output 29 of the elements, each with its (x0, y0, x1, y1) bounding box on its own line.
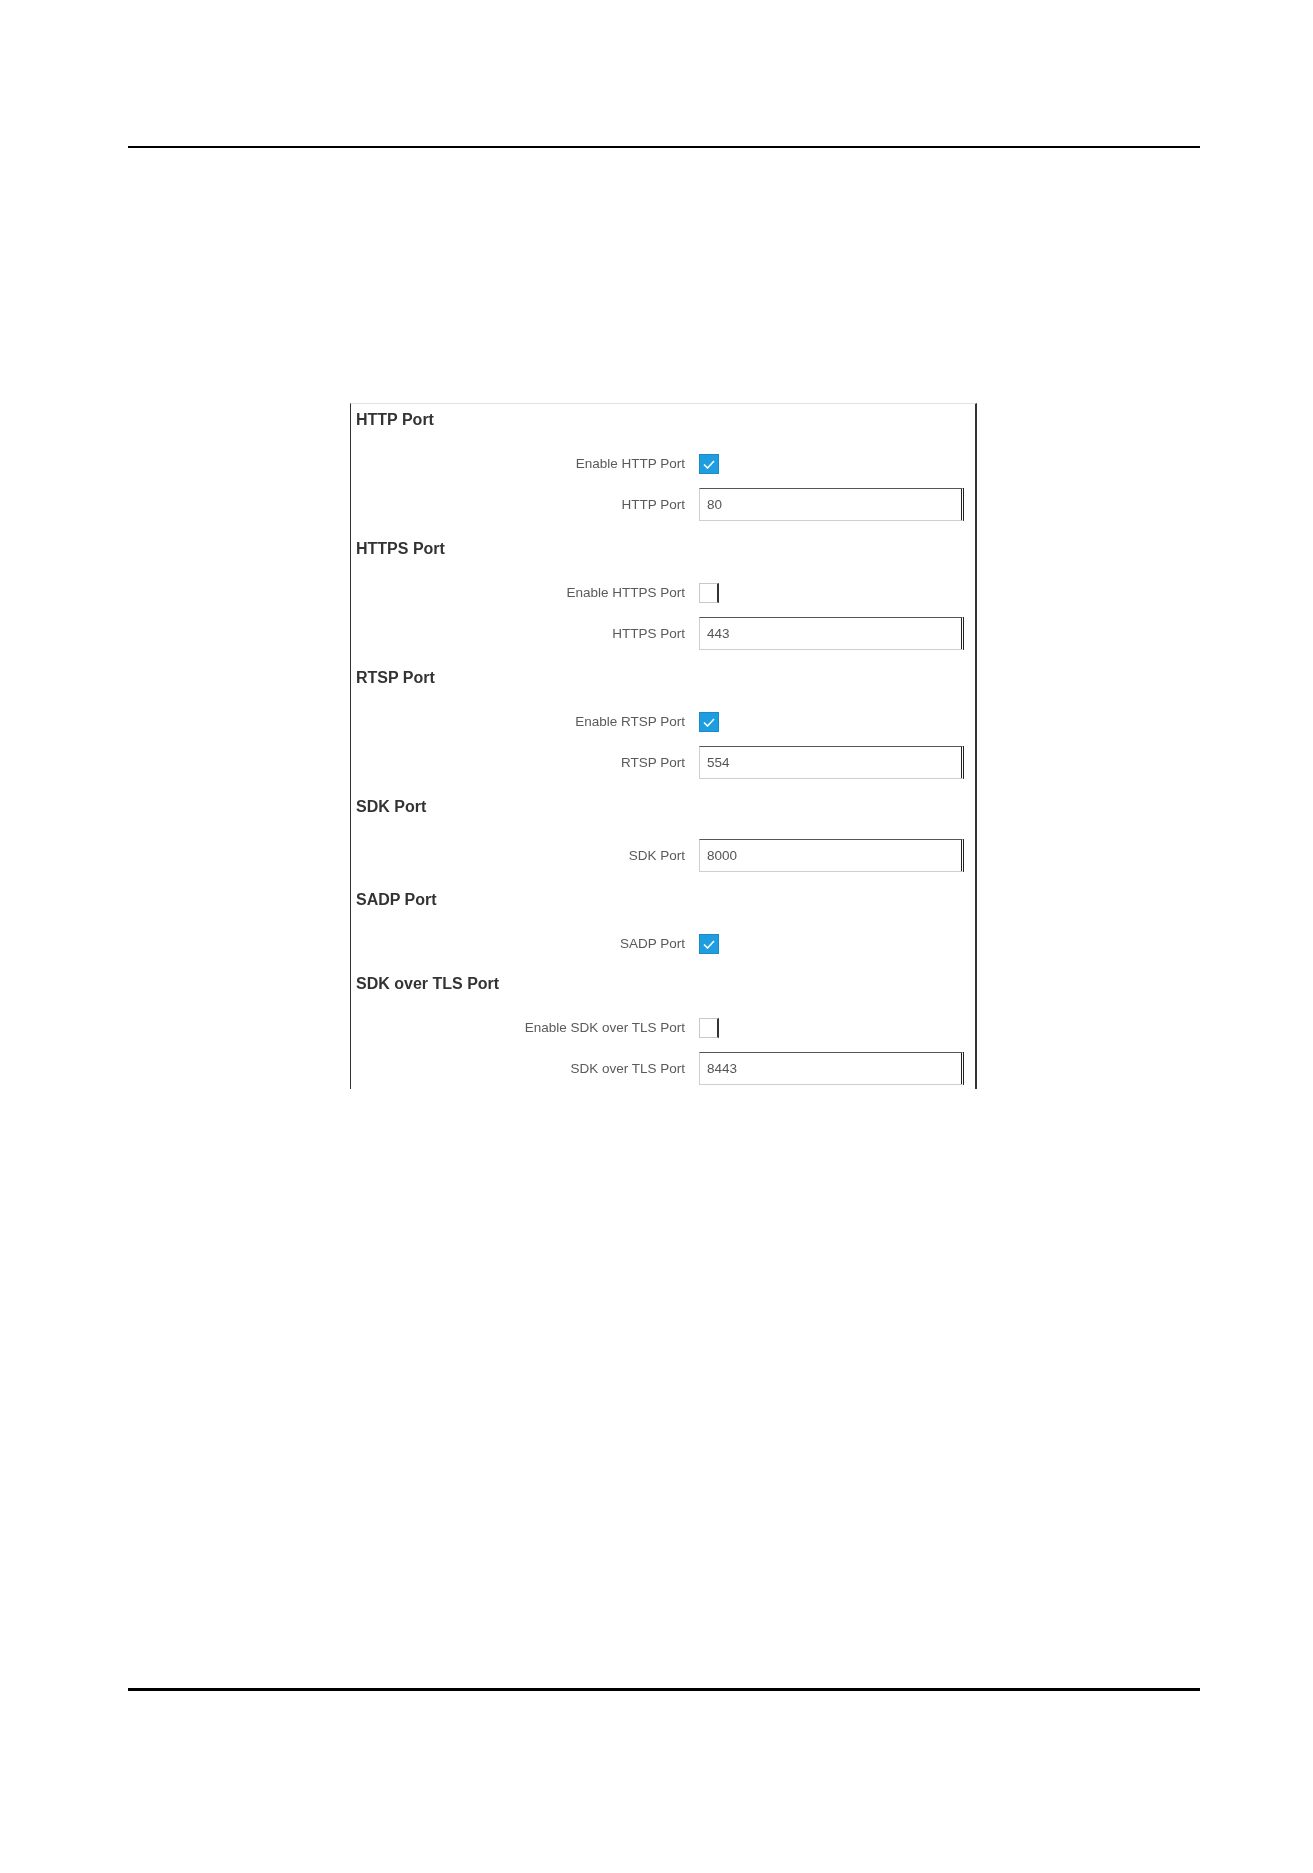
field-label: SDK over TLS Port (569, 1059, 685, 1078)
field-label: SADP Port (618, 935, 685, 953)
field-label: SDK Port (627, 846, 685, 865)
section-heading: HTTPS Port (356, 539, 445, 559)
section-heading: SDK over TLS Port (356, 974, 500, 994)
field-label: RTSP Port (619, 753, 685, 772)
field-label: HTTPS Port (611, 624, 685, 643)
section-heading: SDK Port (356, 797, 427, 817)
input-field[interactable]: 8443 (699, 1052, 964, 1085)
check-icon (703, 717, 715, 727)
check-icon (703, 459, 715, 469)
checkbox[interactable] (699, 454, 719, 474)
checkbox[interactable] (699, 934, 719, 954)
field-label: Enable SDK over TLS Port (523, 1019, 685, 1037)
field-label: HTTP Port (620, 495, 685, 514)
input-field[interactable]: 80 (699, 488, 964, 521)
check-icon (703, 939, 715, 949)
field-label: Enable HTTP Port (574, 455, 685, 473)
checkbox[interactable] (699, 1018, 719, 1038)
input-field[interactable]: 443 (699, 617, 964, 650)
field-label: Enable RTSP Port (574, 713, 685, 731)
section-heading: RTSP Port (356, 668, 435, 688)
field-label: Enable HTTPS Port (565, 584, 685, 602)
checkbox[interactable] (699, 712, 719, 732)
input-field[interactable]: 8000 (699, 839, 964, 872)
input-field[interactable]: 554 (699, 746, 964, 779)
section-heading: HTTP Port (356, 410, 434, 430)
checkbox[interactable] (699, 583, 719, 603)
section-heading: SADP Port (356, 890, 437, 910)
